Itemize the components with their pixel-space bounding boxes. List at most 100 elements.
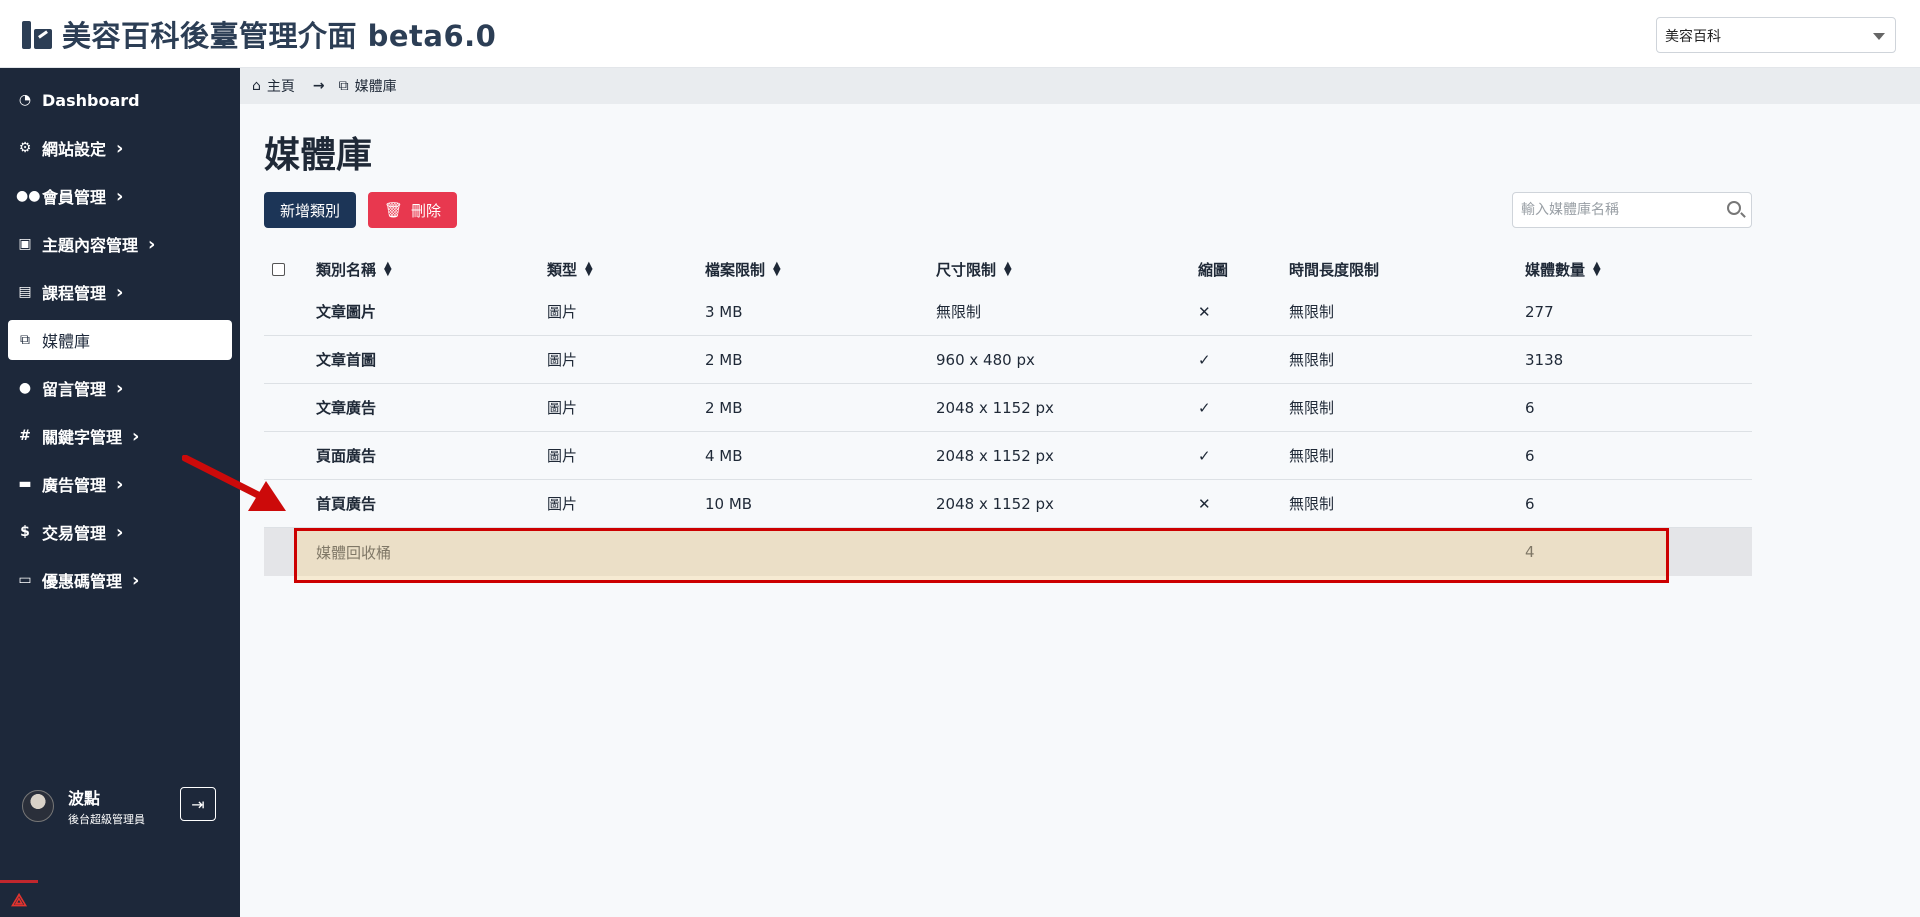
sort-icon: ▲ ▼	[773, 260, 781, 278]
chevron-down-icon	[1873, 33, 1885, 40]
delete-label: 刪除	[411, 201, 442, 220]
laravel-logo-icon[interactable]: ⟁	[0, 880, 38, 917]
sidebar-item-label: 媒體庫	[42, 332, 91, 351]
sidebar-item-content[interactable]: ▣ 主題內容管理 ›	[8, 224, 232, 264]
trash-row-name: 媒體回收桶	[316, 543, 392, 562]
row-name: 文章首圖	[316, 351, 377, 369]
sidebar-item-members[interactable]: ●● 會員管理 ›	[8, 176, 232, 216]
sidebar-item-media-library[interactable]: ⧉ 媒體庫	[8, 320, 232, 360]
trash-row-count: 4	[1525, 543, 1535, 561]
sidebar-item-label: 會員管理	[42, 188, 107, 207]
header-file-limit[interactable]: 檔案限制 ▲ ▼	[705, 250, 781, 288]
sidebar-item-site-settings[interactable]: ⚙ 網站設定 ›	[8, 128, 232, 168]
sidebar-item-label: 留言管理	[42, 380, 107, 399]
home-icon: ⌂	[252, 78, 261, 94]
ad-icon: ▬	[18, 476, 32, 492]
row-type: 圖片	[547, 303, 578, 321]
add-category-label: 新增類別	[280, 201, 341, 220]
dashboard-icon: ◔	[18, 92, 32, 108]
row-file-limit: 2 MB	[705, 350, 743, 369]
table-header: 類別名稱 ▲ ▼ 類型 ▲ ▼ 檔案限制 ▲ ▼ 尺寸限制 ▲ ▼ 縮圖 時間長度限制 …	[264, 250, 1752, 288]
arrow-right-icon: →	[312, 78, 325, 94]
search-input[interactable]	[1513, 193, 1713, 227]
add-category-button[interactable]: 新增類別	[264, 192, 357, 228]
table-row[interactable]: 首頁廣告 圖片 10 MB 2048 x 1152 px ✕ 無限制 6	[264, 480, 1752, 528]
row-count: 6	[1525, 446, 1535, 465]
sidebar-item-keywords[interactable]: # 關鍵字管理 ›	[8, 416, 232, 456]
book-icon: ▤	[18, 284, 32, 300]
sidebar-item-label: 交易管理	[42, 524, 107, 543]
row-type: 圖片	[547, 495, 578, 513]
sidebar-item-comments[interactable]: ● 留言管理 ›	[8, 368, 232, 408]
select-all-checkbox[interactable]	[272, 262, 285, 276]
row-duration-limit: 無限制	[1289, 495, 1335, 513]
row-name: 文章圖片	[316, 303, 377, 321]
row-size-limit: 2048 x 1152 px	[936, 398, 1054, 417]
sidebar-item-label: 關鍵字管理	[42, 428, 123, 447]
table-row[interactable]: 文章首圖 圖片 2 MB 960 x 480 px ✓ 無限制 3138	[264, 336, 1752, 384]
thumbnail-check-icon: ✓	[1198, 398, 1211, 417]
users-icon: ●●	[16, 188, 41, 204]
row-name: 首頁廣告	[316, 495, 377, 513]
site-select[interactable]: 美容百科	[1656, 17, 1896, 53]
row-file-limit: 10 MB	[705, 494, 753, 513]
row-file-limit: 4 MB	[705, 446, 743, 465]
breadcrumb-home-label: 主頁	[266, 79, 295, 95]
header-size-limit[interactable]: 尺寸限制 ▲ ▼	[936, 250, 1012, 288]
row-duration-limit: 無限制	[1289, 351, 1335, 369]
sidebar-item-courses[interactable]: ▤ 課程管理 ›	[8, 272, 232, 312]
site-select-value: 美容百科	[1665, 29, 1721, 45]
sort-icon: ▲ ▼	[585, 260, 593, 278]
breadcrumb-home[interactable]: ⌂ 主頁	[252, 76, 295, 96]
media-icon: ⧉	[338, 78, 349, 94]
row-file-limit: 2 MB	[705, 398, 743, 417]
content-icon: ▣	[18, 236, 32, 252]
hash-icon: #	[19, 428, 31, 444]
sidebar-item-label: 優惠碼管理	[42, 572, 123, 591]
row-type: 圖片	[547, 447, 578, 465]
header-type[interactable]: 類型 ▲ ▼	[547, 250, 593, 288]
sidebar-item-label: 網站設定	[42, 140, 107, 159]
row-type: 圖片	[547, 351, 578, 369]
avatar	[22, 790, 54, 822]
sort-icon: ▲ ▼	[1593, 260, 1601, 278]
sidebar-item-label: 課程管理	[42, 284, 107, 303]
media-icon: ⧉	[20, 332, 30, 348]
trash-row[interactable]: 媒體回收桶 4	[264, 528, 1752, 576]
user-profile: 波點 後台超級管理員	[22, 785, 145, 827]
sidebar-item-transactions[interactable]: $ 交易管理 ›	[8, 512, 232, 552]
row-duration-limit: 無限制	[1289, 447, 1335, 465]
chevron-right-icon: ›	[148, 233, 156, 255]
row-size-limit: 無限制	[936, 303, 982, 321]
sort-icon: ▲ ▼	[1004, 260, 1012, 278]
gear-icon: ⚙	[18, 140, 32, 156]
chevron-right-icon: ›	[116, 185, 124, 207]
row-file-limit: 3 MB	[705, 302, 743, 321]
table-row[interactable]: 文章圖片 圖片 3 MB 無限制 ✕ 無限制 277	[264, 288, 1752, 336]
row-duration-limit: 無限制	[1289, 399, 1335, 417]
brand[interactable]: 美容百科後臺管理介面 beta6.0	[22, 14, 496, 54]
header-name[interactable]: 類別名稱 ▲ ▼	[316, 250, 392, 288]
logout-icon: ⇥	[191, 794, 205, 814]
comment-icon: ●	[18, 380, 32, 396]
table-row[interactable]: 頁面廣告 圖片 4 MB 2048 x 1152 px ✓ 無限制 6	[264, 432, 1752, 480]
row-size-limit: 2048 x 1152 px	[936, 446, 1054, 465]
table-row[interactable]: 文章廣告 圖片 2 MB 2048 x 1152 px ✓ 無限制 6	[264, 384, 1752, 432]
delete-button[interactable]: 🗑 刪除	[368, 192, 458, 228]
header-count[interactable]: 媒體數量 ▲ ▼	[1525, 250, 1601, 288]
user-name: 波點	[68, 789, 101, 808]
breadcrumb: ⌂ 主頁 → ⧉ 媒體庫	[240, 68, 1920, 104]
row-count: 6	[1525, 398, 1535, 417]
user-role: 後台超級管理員	[68, 813, 145, 826]
sidebar-item-dashboard[interactable]: ◔ Dashboard	[8, 80, 232, 120]
sidebar-item-coupons[interactable]: ▭ 優惠碼管理 ›	[8, 560, 232, 600]
sidebar-item-label: Dashboard	[42, 90, 140, 110]
search-box	[1512, 192, 1752, 228]
page-title: 媒體庫	[264, 135, 373, 176]
row-count: 3138	[1525, 350, 1564, 369]
search-icon[interactable]	[1727, 201, 1741, 215]
logout-button[interactable]: ⇥	[180, 787, 216, 821]
trash-icon: 🗑	[384, 201, 404, 219]
row-count: 6	[1525, 494, 1535, 513]
media-category-table: 類別名稱 ▲ ▼ 類型 ▲ ▼ 檔案限制 ▲ ▼ 尺寸限制 ▲ ▼ 縮圖 時間長度限制 …	[264, 250, 1752, 576]
